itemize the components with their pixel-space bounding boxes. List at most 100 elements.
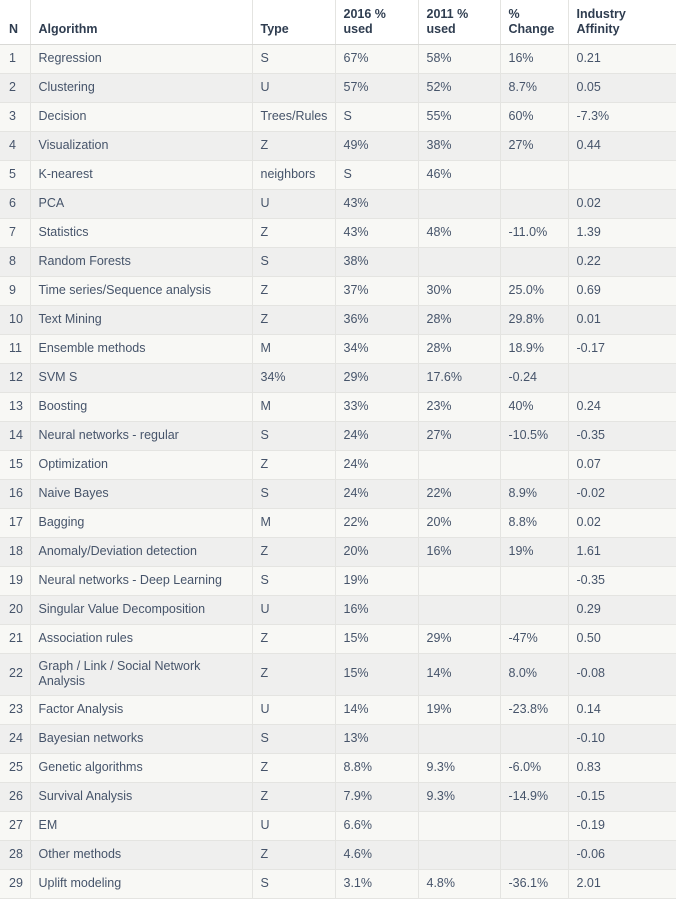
cell-alg: Neural networks - Deep Learning (30, 566, 253, 596)
cell-aff: 0.69 (568, 276, 676, 306)
cell-alg: Clustering (30, 73, 253, 103)
table-row: 14 Neural networks - regular S 24% 27% -10.5%… (0, 421, 676, 451)
cell-change (500, 595, 569, 625)
cell-change (500, 247, 569, 277)
cell-n: 7 (0, 218, 31, 248)
cell-y2011: 52% (418, 73, 501, 103)
cell-type: Z (252, 218, 336, 248)
cell-type: Z (252, 276, 336, 306)
cell-alg: Anomaly/Deviation detection (30, 537, 253, 567)
cell-n: 28 (0, 840, 31, 870)
cell-n: 3 (0, 102, 31, 132)
cell-alg: Bayesian networks (30, 724, 253, 754)
cell-type: Z (252, 450, 336, 480)
cell-y2016: 22% (335, 508, 419, 538)
cell-type: Z (252, 305, 336, 335)
column-header-2011-used[interactable]: 2011 % used (418, 0, 501, 45)
cell-alg: SVM S (30, 363, 253, 393)
cell-y2016: 67% (335, 44, 419, 74)
cell-aff: -0.35 (568, 421, 676, 451)
cell-y2016: 33% (335, 392, 419, 422)
table-row: 5 K-nearest neighbors S 46% (0, 160, 676, 190)
table-row: 28 Other methods Z 4.6% -0.06 (0, 840, 676, 870)
table-row: 25 Genetic algorithms Z 8.8% 9.3% -6.0% 0.83 (0, 753, 676, 783)
cell-type: S (252, 724, 336, 754)
table-row: 10 Text Mining Z 36% 28% 29.8% 0.01 (0, 305, 676, 335)
cell-change: 8.9% (500, 479, 569, 509)
cell-y2016: 38% (335, 247, 419, 277)
cell-n: 1 (0, 44, 31, 74)
table-row: 22 Graph / Link / Social Network Analysis… (0, 653, 676, 696)
cell-alg: Singular Value Decomposition (30, 595, 253, 625)
cell-y2011 (418, 450, 501, 480)
cell-type: U (252, 73, 336, 103)
column-header-pct-change[interactable]: % Change (500, 0, 569, 45)
cell-aff: 0.02 (568, 189, 676, 219)
cell-change: 19% (500, 537, 569, 567)
cell-n: 26 (0, 782, 31, 812)
table-row: 26 Survival Analysis Z 7.9% 9.3% -14.9% -0.15 (0, 782, 676, 812)
cell-n: 19 (0, 566, 31, 596)
table-container: N Algorithm Type 2016 % used 2011 % used… (0, 0, 676, 903)
table-body: 1 Regression S 67% 58% 16% 0.21 2 Clustering U 57%… (0, 44, 676, 899)
cell-alg: Regression (30, 44, 253, 74)
cell-y2011 (418, 840, 501, 870)
column-header-type[interactable]: Type (252, 0, 336, 45)
cell-alg: Text Mining (30, 305, 253, 335)
table-row: 27 EM U 6.6% -0.19 (0, 811, 676, 841)
cell-change (500, 811, 569, 841)
cell-y2016: 15% (335, 653, 419, 696)
cell-alg: Optimization (30, 450, 253, 480)
cell-y2011 (418, 595, 501, 625)
cell-aff: 1.39 (568, 218, 676, 248)
cell-y2016: 7.9% (335, 782, 419, 812)
cell-y2016: 34% (335, 334, 419, 364)
cell-aff: -0.02 (568, 479, 676, 509)
table-row: 24 Bayesian networks S 13% -0.10 (0, 724, 676, 754)
cell-change (500, 450, 569, 480)
cell-alg: Random Forests (30, 247, 253, 277)
cell-y2011: 28% (418, 334, 501, 364)
cell-type: Z (252, 753, 336, 783)
table-row: 29 Uplift modeling S 3.1% 4.8% -36.1% 2.01 (0, 869, 676, 899)
table-row: 9 Time series/Sequence analysis Z 37% 30% 25.… (0, 276, 676, 306)
column-header-algorithm[interactable]: Algorithm (30, 0, 253, 45)
cell-alg: Visualization (30, 131, 253, 161)
table-row: 8 Random Forests S 38% 0.22 (0, 247, 676, 277)
cell-y2011: 20% (418, 508, 501, 538)
cell-y2016: 43% (335, 189, 419, 219)
cell-y2016: 3.1% (335, 869, 419, 899)
cell-aff: -7.3% (568, 102, 676, 132)
cell-alg: Uplift modeling (30, 869, 253, 899)
cell-type: 34% (252, 363, 336, 393)
cell-y2016: 24% (335, 450, 419, 480)
cell-n: 25 (0, 753, 31, 783)
cell-change: 8.0% (500, 653, 569, 696)
column-header-industry-affinity[interactable]: Industry Affinity (568, 0, 676, 45)
cell-y2016: S (335, 160, 419, 190)
cell-n: 9 (0, 276, 31, 306)
cell-aff: -0.19 (568, 811, 676, 841)
cell-y2011: 58% (418, 44, 501, 74)
cell-type: S (252, 421, 336, 451)
cell-alg: Factor Analysis (30, 695, 253, 725)
cell-change: -6.0% (500, 753, 569, 783)
cell-y2011: 9.3% (418, 782, 501, 812)
cell-change (500, 840, 569, 870)
column-header-2016-used[interactable]: 2016 % used (335, 0, 419, 45)
cell-y2011 (418, 724, 501, 754)
cell-aff: 2.01 (568, 869, 676, 899)
cell-n: 18 (0, 537, 31, 567)
cell-n: 15 (0, 450, 31, 480)
cell-change: -0.24 (500, 363, 569, 393)
cell-y2011: 48% (418, 218, 501, 248)
cell-n: 16 (0, 479, 31, 509)
cell-y2016: 6.6% (335, 811, 419, 841)
cell-n: 5 (0, 160, 31, 190)
column-header-n[interactable]: N (0, 0, 31, 45)
cell-y2016: 13% (335, 724, 419, 754)
table-row: 1 Regression S 67% 58% 16% 0.21 (0, 44, 676, 74)
cell-y2011 (418, 811, 501, 841)
cell-y2016: 24% (335, 421, 419, 451)
cell-type: U (252, 811, 336, 841)
